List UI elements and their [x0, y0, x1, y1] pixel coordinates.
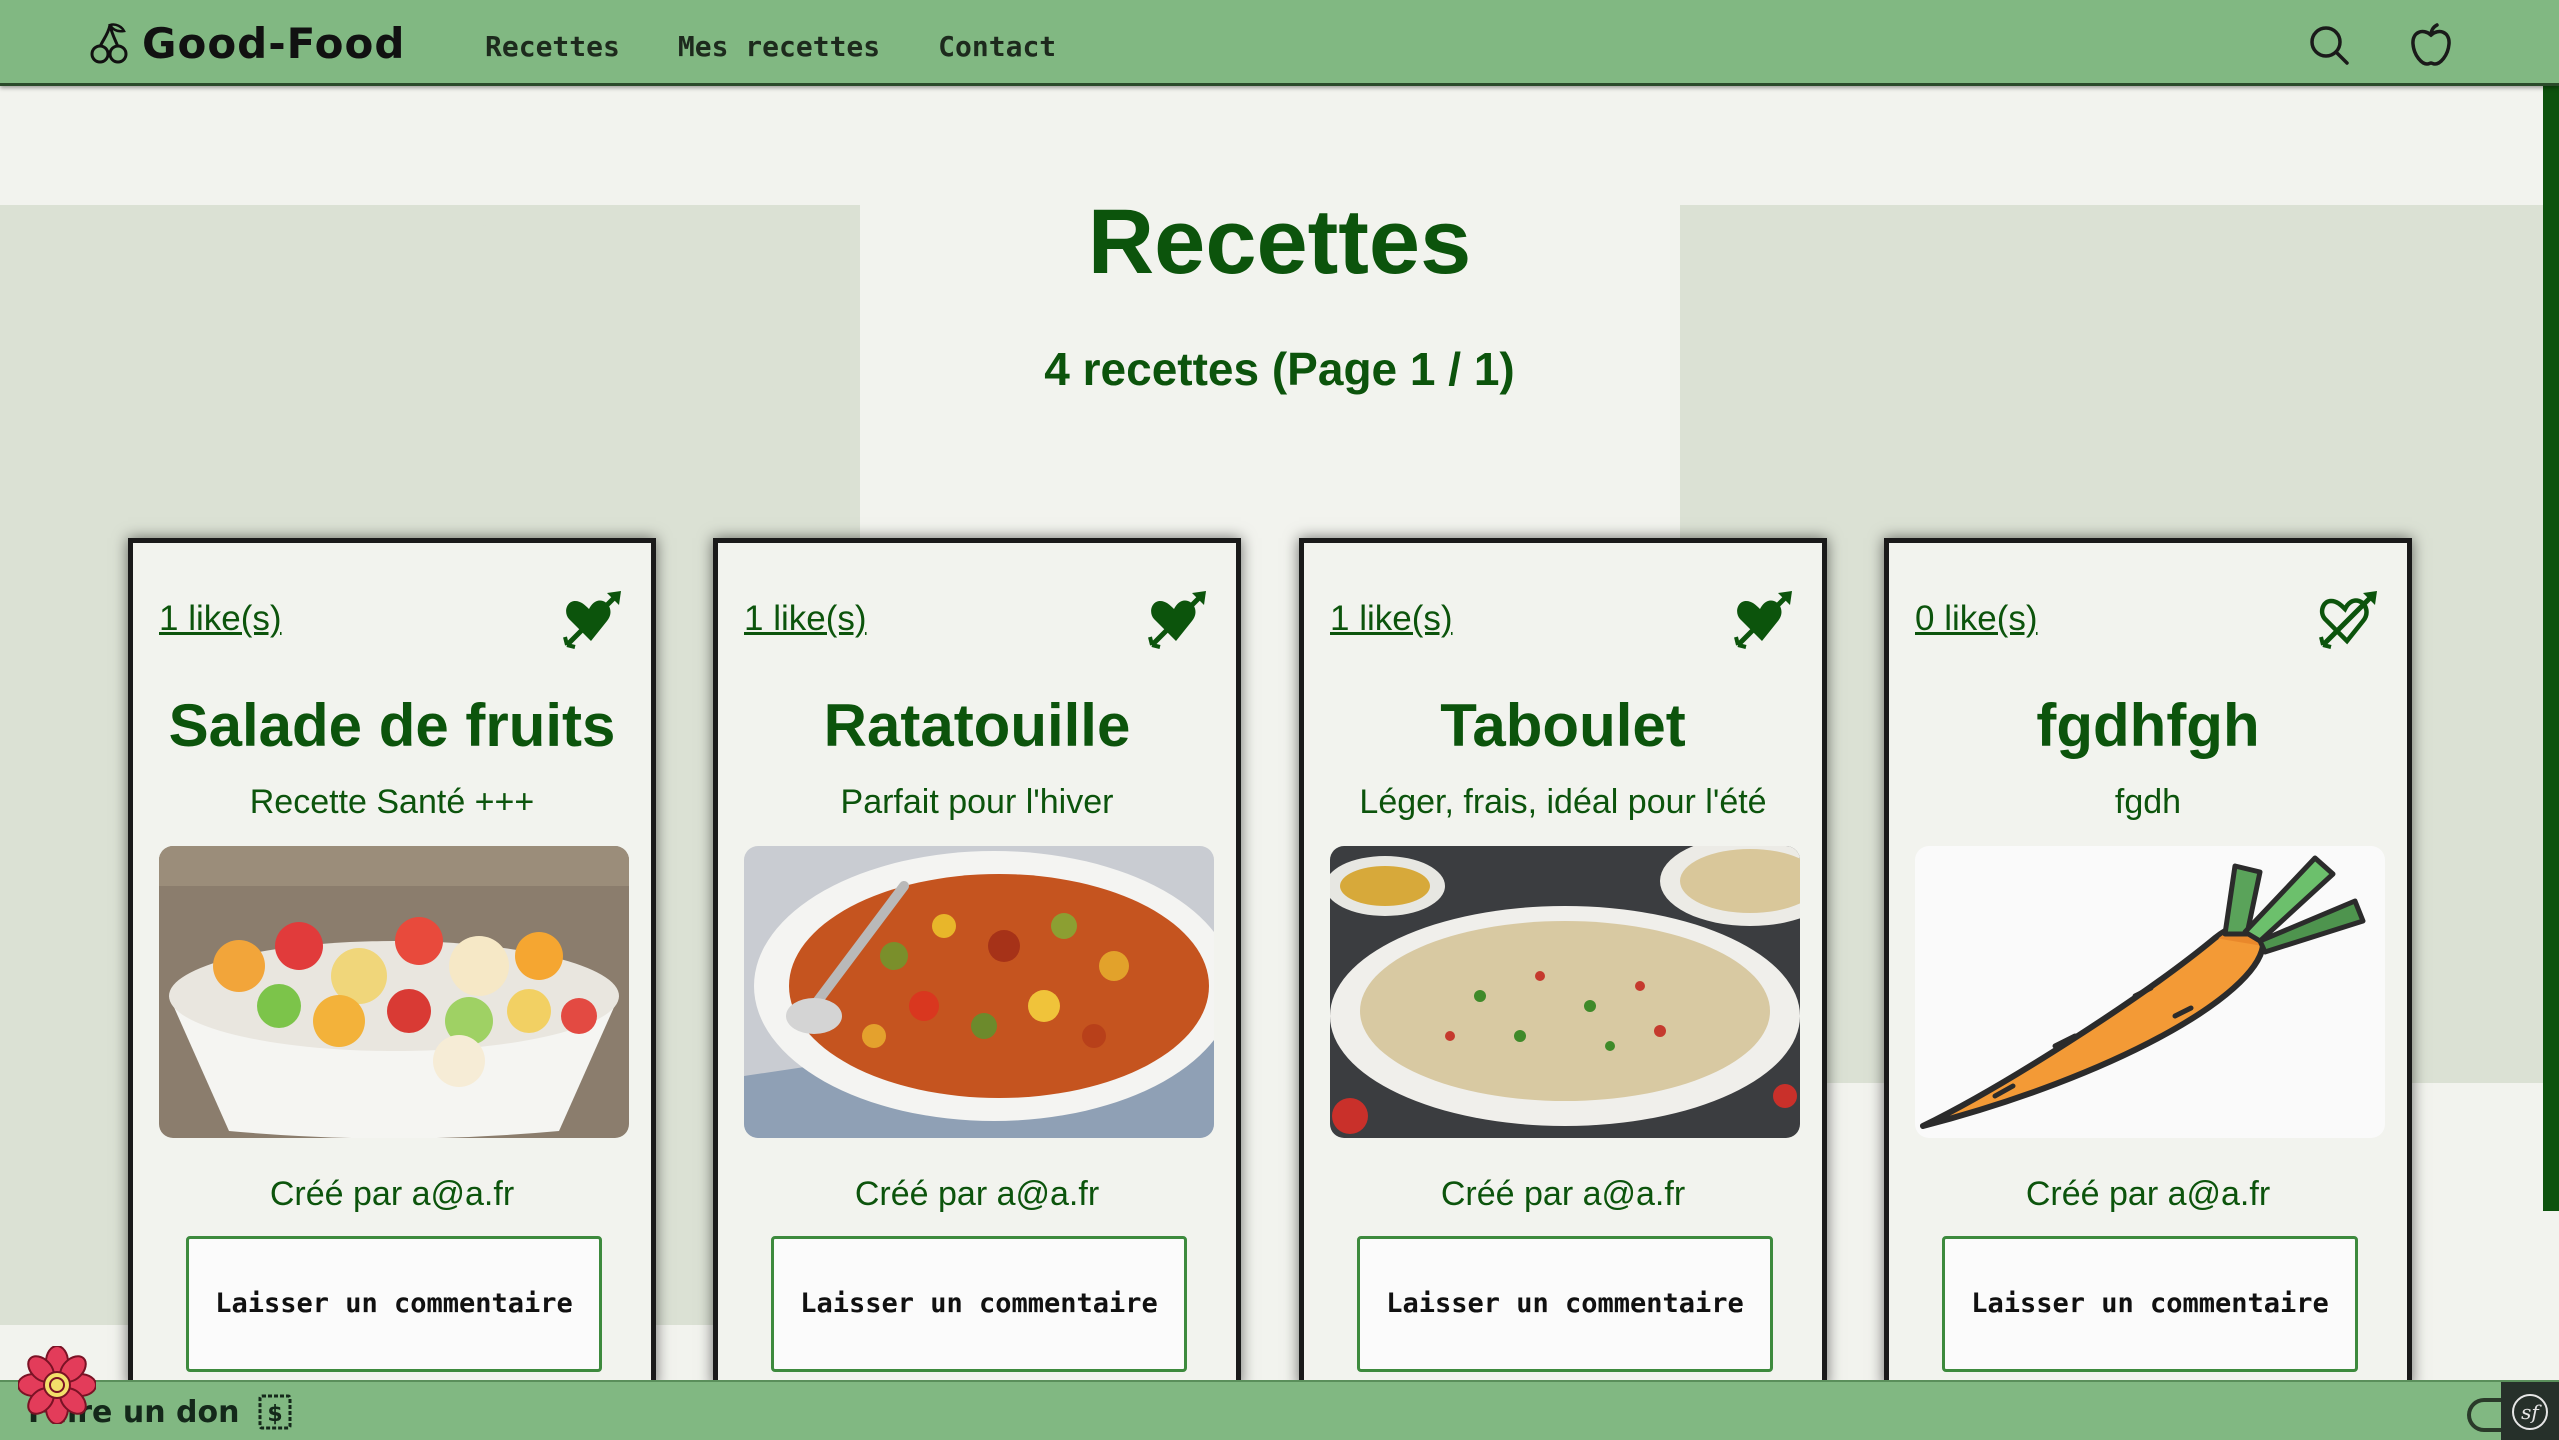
page-title: Recettes: [1087, 191, 1472, 293]
leave-comment-button[interactable]: Laisser un commentaire: [186, 1236, 602, 1372]
symfony-icon[interactable]: sf: [2501, 1382, 2559, 1440]
top-navbar: Good-Food Recettes Mes recettes Contact: [0, 0, 2559, 86]
recipe-image-ratatouille[interactable]: [744, 846, 1214, 1138]
cherry-icon: [90, 23, 128, 64]
dollar-icon: $: [258, 1394, 292, 1430]
recipe-author: Créé par a@a.fr: [1440, 1175, 1686, 1213]
recipe-description: Parfait pour l'hiver: [840, 783, 1114, 821]
recipe-description: Recette Santé +++: [249, 783, 535, 821]
recipe-author: Créé par a@a.fr: [854, 1175, 1100, 1213]
heart-arrow-filled-icon[interactable]: [1146, 587, 1210, 651]
right-edge-bar: [2543, 86, 2559, 1211]
heart-arrow-filled-icon[interactable]: [561, 587, 625, 651]
recipe-card: 1 like(s) Ratatouille Parfait pour l'hiv…: [713, 538, 1241, 1388]
brand-logo[interactable]: Good-Food: [88, 18, 405, 68]
heart-arrow-filled-icon[interactable]: [1732, 587, 1796, 651]
likes-link[interactable]: 1 like(s): [744, 599, 867, 639]
leave-comment-button[interactable]: Laisser un commentaire: [771, 1236, 1187, 1372]
nav-recettes[interactable]: Recettes: [485, 30, 620, 63]
recipe-card: 0 like(s) fgdhfgh fgdh Créé par a@a.fr L…: [1884, 538, 2412, 1388]
svg-text:$: $: [268, 1402, 283, 1427]
footer-bar: Faire un don $ sf: [0, 1380, 2559, 1440]
recipe-description: Léger, frais, idéal pour l'été: [1359, 783, 1767, 821]
search-icon[interactable]: [2306, 22, 2352, 68]
recipe-title[interactable]: fgdhfgh: [1889, 691, 2407, 760]
recipe-card: 1 like(s) Salade de fruits Recette Santé…: [128, 538, 656, 1388]
svg-text:sf: sf: [2521, 1400, 2542, 1424]
likes-link[interactable]: 1 like(s): [159, 599, 282, 639]
recipe-image-taboule[interactable]: [1330, 846, 1800, 1138]
main-nav: Recettes Mes recettes Contact: [485, 30, 1056, 63]
recipe-author: Créé par a@a.fr: [2025, 1175, 2271, 1213]
flower-icon[interactable]: [18, 1346, 96, 1424]
heart-arrow-outline-icon[interactable]: [2317, 587, 2381, 651]
recipe-count: 4 recettes (Page 1 / 1): [1044, 343, 1515, 395]
nav-contact[interactable]: Contact: [938, 30, 1056, 63]
likes-link[interactable]: 0 like(s): [1915, 599, 2038, 639]
apple-icon[interactable]: [2408, 22, 2454, 68]
recipe-image-carrot[interactable]: [1915, 846, 2385, 1138]
recipe-card: 1 like(s) Taboulet Léger, frais, idéal p…: [1299, 538, 1827, 1388]
leave-comment-button[interactable]: Laisser un commentaire: [1357, 1236, 1773, 1372]
recipe-title[interactable]: Salade de fruits: [133, 691, 651, 760]
recipe-description: fgdh: [2114, 783, 2182, 821]
recipe-author: Créé par a@a.fr: [269, 1175, 515, 1213]
likes-link[interactable]: 1 like(s): [1330, 599, 1453, 639]
recipe-title[interactable]: Taboulet: [1304, 691, 1822, 760]
leave-comment-button[interactable]: Laisser un commentaire: [1942, 1236, 2358, 1372]
brand-name: Good-Food: [142, 18, 406, 68]
nav-mes-recettes[interactable]: Mes recettes: [678, 30, 880, 63]
recipe-image-fruit-salad[interactable]: [159, 846, 629, 1138]
recipe-title[interactable]: Ratatouille: [718, 691, 1236, 760]
